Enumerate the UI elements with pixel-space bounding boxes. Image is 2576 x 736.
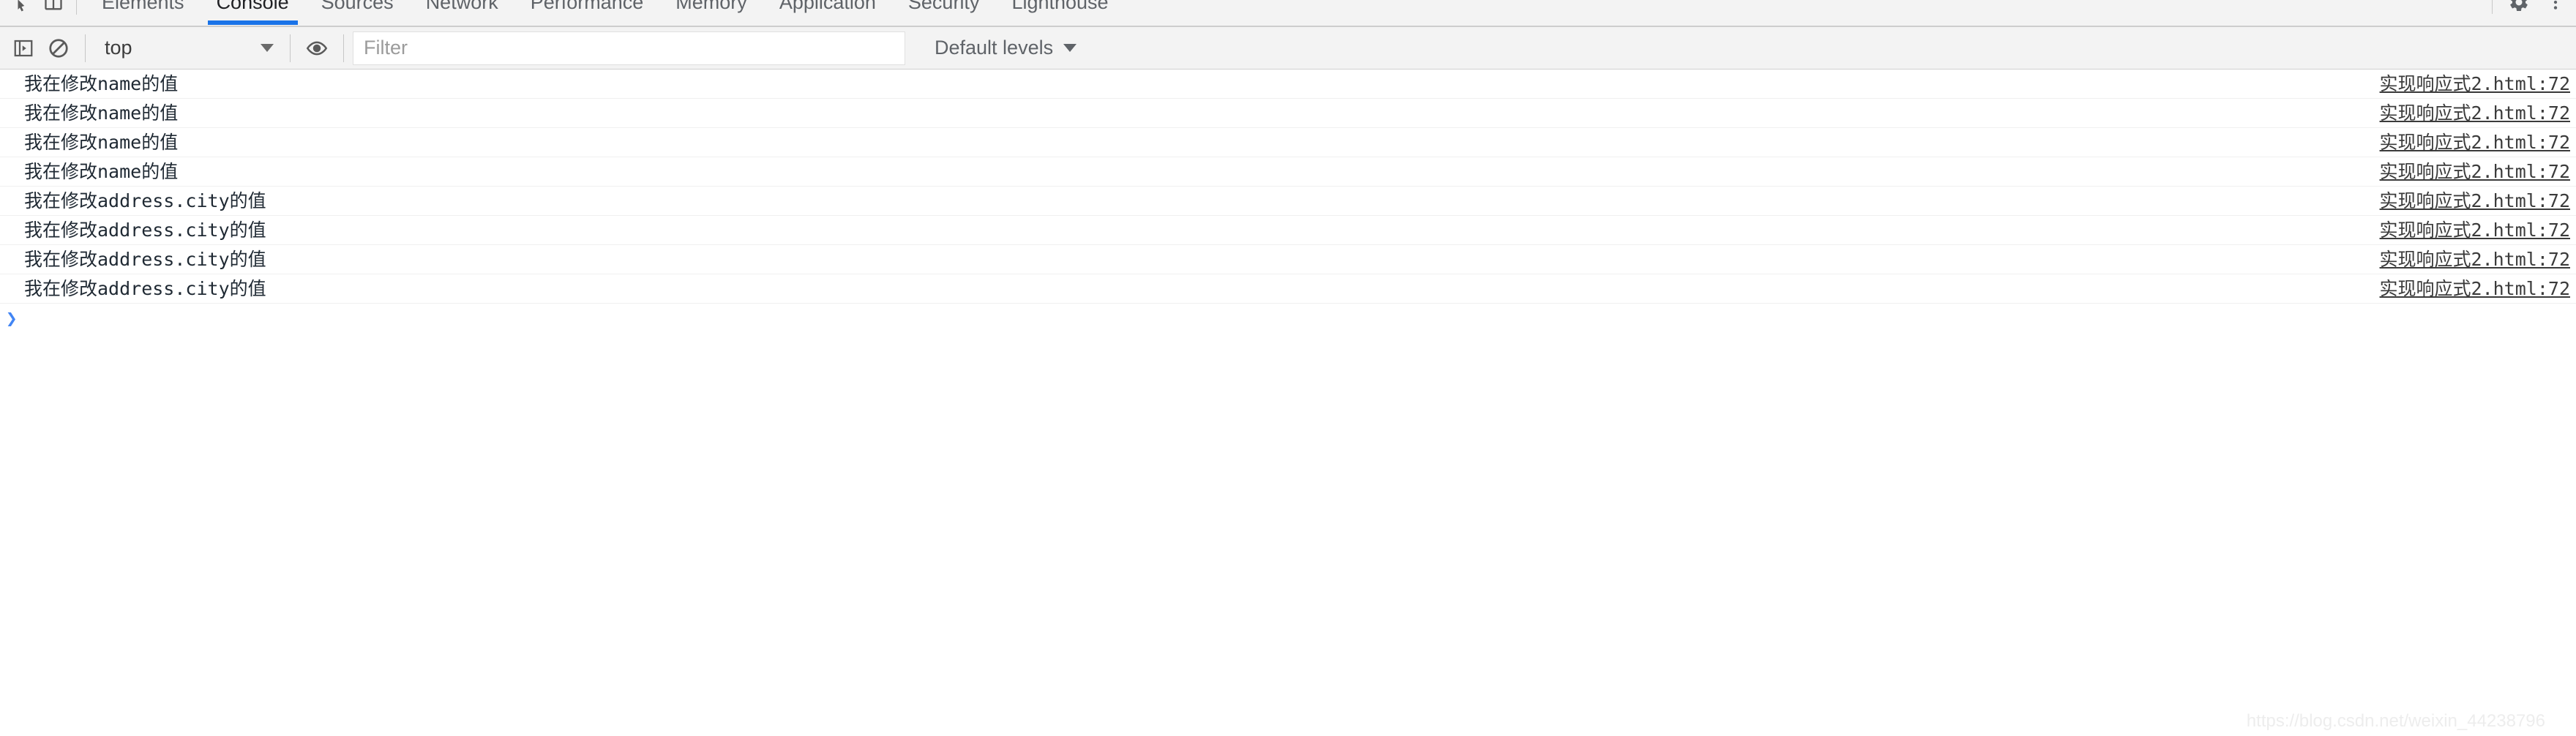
execution-context-selector[interactable]: top: [94, 31, 281, 65]
console-message-row[interactable]: 我在修改address.city的值 实现响应式2.html:72: [0, 216, 2576, 245]
tab-console[interactable]: Console: [201, 0, 305, 25]
console-sidebar-icon[interactable]: [6, 31, 41, 66]
console-message-source-link[interactable]: 实现响应式2.html:72: [2380, 216, 2570, 245]
prompt-caret-icon: ❯: [6, 308, 18, 330]
devtools-tab-bar: Elements Console Sources Network Performance…: [0, 0, 2576, 27]
chevron-down-icon: [261, 44, 274, 52]
console-message-text: 我在修改name的值: [24, 160, 179, 182]
console-message-text: 我在修改address.city的值: [24, 277, 266, 299]
console-message-list: 我在修改name的值 实现响应式2.html:72 我在修改name的值 实现响应式2…: [0, 70, 2576, 334]
console-message-text: 我在修改name的值: [24, 102, 179, 124]
console-message-source-link[interactable]: 实现响应式2.html:72: [2380, 70, 2570, 99]
console-message-source-link[interactable]: 实现响应式2.html:72: [2380, 99, 2570, 128]
eye-icon[interactable]: [299, 31, 334, 66]
console-message-text: 我在修改name的值: [24, 131, 179, 153]
tab-elements[interactable]: Elements: [86, 0, 201, 25]
tab-security[interactable]: Security: [892, 0, 996, 25]
tab-label: Console: [216, 0, 289, 13]
tab-label: Security: [907, 0, 980, 13]
tab-label: Elements: [102, 0, 184, 13]
settings-gear-icon[interactable]: [2503, 0, 2535, 18]
filter-input[interactable]: Filter: [353, 31, 905, 65]
tab-sources[interactable]: Sources: [305, 0, 410, 25]
console-message-source-link[interactable]: 实现响应式2.html:72: [2380, 245, 2570, 274]
tab-network[interactable]: Network: [410, 0, 514, 25]
execution-context-value: top: [105, 37, 132, 59]
tab-performance[interactable]: Performance: [514, 0, 660, 25]
console-message-row[interactable]: 我在修改name的值 实现响应式2.html:72: [0, 99, 2576, 128]
console-message-row[interactable]: 我在修改name的值 实现响应式2.html:72: [0, 70, 2576, 99]
console-message-row[interactable]: 我在修改address.city的值 实现响应式2.html:72: [0, 245, 2576, 274]
tabbar-right-divider: [2492, 0, 2493, 14]
tab-label: Lighthouse: [1011, 0, 1109, 13]
console-message-source-link[interactable]: 实现响应式2.html:72: [2380, 128, 2570, 157]
tab-label: Network: [425, 0, 498, 13]
inspect-element-icon[interactable]: [6, 0, 34, 16]
toolbar-divider-3: [343, 34, 344, 62]
device-toolbar-icon[interactable]: [40, 0, 67, 16]
tab-label: Performance: [530, 0, 644, 13]
log-level-selector[interactable]: Default levels: [927, 31, 1084, 65]
console-message-source-link[interactable]: 实现响应式2.html:72: [2380, 187, 2570, 216]
toolbar-divider-2: [290, 34, 291, 62]
console-message-text: 我在修改name的值: [24, 72, 179, 94]
console-prompt-row[interactable]: ❯: [0, 304, 2576, 334]
more-options-icon[interactable]: [2539, 0, 2572, 18]
chevron-down-icon: [1063, 44, 1077, 52]
filter-placeholder: Filter: [364, 37, 408, 59]
console-message-text: 我在修改address.city的值: [24, 189, 266, 211]
console-message-row[interactable]: 我在修改address.city的值 实现响应式2.html:72: [0, 274, 2576, 304]
tab-label: Application: [779, 0, 876, 13]
tab-label: Memory: [675, 0, 747, 13]
toolbar-divider-1: [85, 34, 86, 62]
tab-label: Sources: [321, 0, 394, 13]
watermark: https://blog.csdn.net/weixin_44238796: [2246, 711, 2545, 731]
tab-memory[interactable]: Memory: [659, 0, 763, 25]
console-message-source-link[interactable]: 实现响应式2.html:72: [2380, 157, 2570, 187]
console-message-row[interactable]: 我在修改address.city的值 实现响应式2.html:72: [0, 187, 2576, 216]
toolbar-divider: [76, 0, 77, 15]
console-message-text: 我在修改address.city的值: [24, 219, 266, 241]
clear-console-icon[interactable]: [41, 31, 76, 66]
console-message-source-link[interactable]: 实现响应式2.html:72: [2380, 274, 2570, 304]
console-message-text: 我在修改address.city的值: [24, 248, 266, 270]
tab-lighthouse[interactable]: Lighthouse: [995, 0, 1124, 25]
tab-application[interactable]: Application: [763, 0, 892, 25]
console-toolbar: top Filter Default levels: [0, 27, 2576, 70]
console-message-row[interactable]: 我在修改name的值 实现响应式2.html:72: [0, 157, 2576, 187]
console-message-row[interactable]: 我在修改name的值 实现响应式2.html:72: [0, 128, 2576, 157]
log-level-value: Default levels: [935, 37, 1054, 59]
